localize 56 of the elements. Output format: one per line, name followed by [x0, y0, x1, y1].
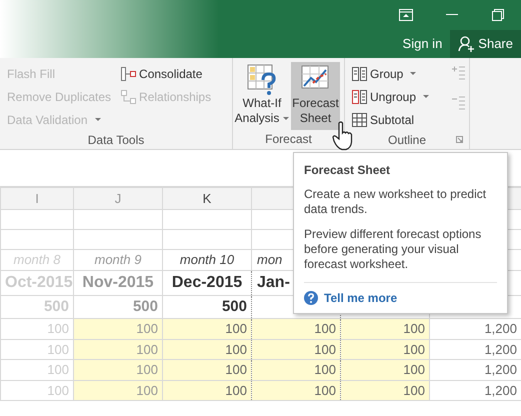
cell-text: 100	[136, 382, 158, 398]
cell-text: 100	[314, 362, 336, 377]
cell-text: Nov-2015	[82, 274, 154, 290]
help-icon[interactable]	[304, 291, 318, 305]
cell-text: 100	[403, 342, 425, 356]
relationships-icon	[121, 90, 136, 104]
table-question-icon	[247, 64, 277, 96]
tooltip-text: Preview different forecast options before generating your visual forecast worksheet.	[304, 227, 482, 272]
cell-text: 100	[314, 321, 336, 336]
cell-text: 100	[225, 321, 247, 336]
minimize-icon[interactable]	[446, 14, 458, 16]
dialog-launcher-icon[interactable]	[456, 136, 463, 143]
person-icon	[458, 36, 474, 52]
cell-text: 100	[314, 382, 336, 398]
sign-in-link[interactable]: Sign in	[394, 30, 450, 58]
column-header[interactable]: K	[162, 188, 252, 210]
ribbon-button[interactable]: Group	[349, 62, 432, 85]
ungroup-icon	[352, 90, 367, 104]
cell-text: 1,200	[484, 382, 517, 398]
ribbon-button[interactable]: Subtotal	[349, 108, 432, 131]
cell-text: month 10	[180, 252, 234, 267]
ribbon-button[interactable]: Consolidate	[118, 62, 214, 85]
cell-text: 500	[132, 298, 158, 314]
ribbon-button[interactable]: What-If Analysis	[237, 62, 287, 130]
cell-text: 100	[403, 362, 425, 377]
cell-text: 100	[136, 362, 158, 377]
tell-me-more-link[interactable]: Tell me more	[324, 289, 398, 307]
group-label: Forecast	[265, 131, 312, 148]
group-icon	[352, 66, 367, 80]
tooltip-text: Create a new worksheet to predict data trends.	[304, 187, 488, 217]
cell-text: 500	[222, 298, 247, 314]
cell-text: month 9	[94, 252, 142, 267]
cell-text: 100	[225, 342, 247, 356]
restore-icon[interactable]	[492, 9, 504, 21]
tooltip-title: Forecast Sheet	[304, 162, 392, 179]
cell-text: 100	[136, 342, 158, 356]
consolidate-icon	[121, 66, 136, 80]
cell-text: 100	[225, 382, 247, 398]
cell-text: 1,200	[484, 321, 517, 336]
cell-text: 100	[403, 321, 425, 336]
subtotal-icon	[352, 112, 367, 126]
ribbon-display-icon[interactable]	[399, 9, 413, 21]
cell-text: Dec-2015	[172, 274, 242, 290]
cell-text: 100	[314, 342, 336, 356]
cell-text: 100	[403, 382, 425, 398]
cell-text: mon	[257, 252, 282, 267]
share-button[interactable]: Share	[450, 30, 521, 58]
group-label: Data Tools	[88, 132, 144, 149]
cell-text: 1,200	[484, 342, 517, 356]
cell-text: 1,200	[484, 362, 517, 377]
cell-text: 100	[136, 321, 158, 336]
cell-text: Jan-	[257, 274, 290, 290]
ribbon-button[interactable]: Forecast Sheet	[291, 62, 340, 130]
cell-text: 100	[225, 362, 247, 377]
ribbon-button[interactable]: Ungroup	[349, 85, 432, 108]
group-label: Outline	[388, 132, 426, 149]
